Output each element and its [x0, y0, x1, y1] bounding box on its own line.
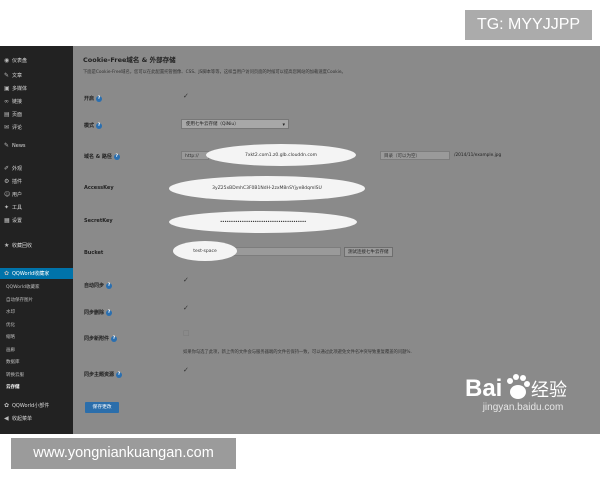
- jingyan-wordmark: 经验: [531, 380, 567, 401]
- plugin-icon: ⚙: [4, 178, 10, 185]
- bucket-input[interactable]: test-space: [173, 241, 237, 261]
- collapse-icon: ◀: [4, 415, 9, 422]
- sync-theme-checkbox[interactable]: ✓: [183, 366, 189, 374]
- baidu-wordmark: Bai: [465, 375, 502, 402]
- sidebar-item-8[interactable]: ⚙ 插件: [4, 176, 22, 187]
- sidebar-item-label: 设置: [12, 218, 23, 224]
- sidebar-collapse[interactable]: ◀ 收起菜单: [4, 413, 32, 424]
- sidebar-item-label: 仪表盘: [12, 58, 28, 64]
- sync-new-attach-label: 同步新附件?: [84, 335, 118, 342]
- comment-icon: ✉: [4, 124, 10, 131]
- sidebar-subitem-2[interactable]: 水印: [6, 309, 15, 315]
- wrench-icon: ✦: [4, 204, 10, 211]
- sidebar-item-label: 链接: [12, 99, 23, 105]
- pin-icon: ✎: [4, 72, 10, 79]
- sidebar-subitem-7[interactable]: 转换云服: [6, 372, 24, 378]
- help-icon[interactable]: ?: [96, 95, 103, 102]
- sidebar-item-1[interactable]: ✎ 文章: [4, 70, 22, 81]
- baidu-subtitle: jingyan.baidu.com: [482, 402, 564, 413]
- user-icon: ☺: [4, 191, 11, 198]
- qq-icon: ✿: [4, 270, 10, 277]
- sidebar-item-7[interactable]: ✐ 外观: [4, 163, 22, 174]
- sidebar-item-label: 收藏回收: [12, 243, 33, 249]
- path-example: /2014/11/example.jpg: [454, 153, 502, 158]
- url-watermark: www.yongniankuangan.com: [11, 438, 236, 469]
- auto-sync-label: 自动同步?: [84, 282, 113, 289]
- sidebar-item-3[interactable]: ∞ 链接: [4, 96, 22, 107]
- page-description: 下面是Cookie-Free域名，您可以在此配置托管图像、CSS、JS脚本等等，…: [83, 70, 346, 75]
- secretkey-label: SecretKey: [84, 218, 113, 224]
- bucket-label: Bucket: [84, 250, 104, 256]
- sidebar-item-label: 插件: [12, 179, 23, 185]
- sidebar-item-widget[interactable]: ✿ QQWorld小部件: [4, 400, 49, 411]
- help-icon[interactable]: ?: [106, 309, 113, 316]
- help-icon[interactable]: ?: [111, 335, 118, 342]
- sidebar-item-11[interactable]: ▦ 设置: [4, 215, 22, 226]
- sync-new-attach-checkbox[interactable]: □: [183, 329, 190, 337]
- baidu-logo: Bai 经验: [465, 374, 567, 402]
- paw-icon: [507, 374, 530, 399]
- secretkey-input[interactable]: ••••••••••••••••••••••••••••••••••••••••: [169, 211, 357, 233]
- help-icon[interactable]: ?: [96, 122, 103, 129]
- chevron-down-icon: ▾: [282, 122, 285, 128]
- help-icon[interactable]: ?: [113, 153, 120, 160]
- tag-watermark: TG: MYYJJPP: [465, 10, 592, 40]
- sidebar-subitem-4[interactable]: 缩略: [6, 334, 15, 340]
- accesskey-label: AccessKey: [84, 185, 114, 191]
- sidebar-item-label: 文章: [12, 73, 23, 79]
- path-input[interactable]: 目录（可以为空）: [380, 151, 450, 160]
- sidebar-item-label: 外观: [12, 166, 23, 172]
- sidebar-item-12[interactable]: ★ 收藏回收: [4, 240, 32, 251]
- sidebar-item-4[interactable]: ▤ 页面: [4, 109, 22, 120]
- sidebar-item-2[interactable]: ▣ 多媒体: [4, 83, 27, 94]
- sidebar-item-label: News: [12, 143, 26, 149]
- enable-checkbox[interactable]: ✓: [183, 92, 189, 100]
- domain-label: 域名 & 路径?: [84, 153, 120, 160]
- admin-sidebar: ◉ 仪表盘 ✎ 文章 ▣ 多媒体 ∞ 链接 ▤ 页面 ✉ 评论 ✎ News ✐ 外观 ⚙ 插件 ☺ 用户 ✦ 工具 ▦ 设置…: [0, 46, 73, 434]
- dashboard-icon: ◉: [4, 57, 10, 64]
- enable-label: 开启?: [84, 95, 103, 102]
- sidebar-subitem-3[interactable]: 优化: [6, 322, 15, 328]
- sidebar-item-label: 用户: [12, 192, 23, 198]
- sidebar-item-0[interactable]: ◉ 仪表盘: [4, 55, 27, 66]
- mode-select[interactable]: 使用七牛云存储（QiNiu） ▾: [181, 119, 289, 129]
- sidebar-subitem-6[interactable]: 数据库: [6, 359, 20, 365]
- auto-sync-checkbox[interactable]: ✓: [183, 276, 189, 284]
- settings-icon: ▦: [4, 217, 10, 224]
- sidebar-subitem-0[interactable]: QQWorld收藏家: [6, 284, 39, 290]
- star-icon: ★: [4, 242, 10, 249]
- sidebar-item-5[interactable]: ✉ 评论: [4, 122, 22, 133]
- sidebar-item-label: 多媒体: [12, 86, 28, 92]
- sidebar-item-qqworld[interactable]: ✿ QQWorld收藏家: [0, 268, 73, 279]
- mode-label: 模式?: [84, 122, 103, 129]
- sidebar-item-label: 工具: [12, 205, 23, 211]
- accesskey-input[interactable]: 3yZ25xBDmhC3F0B1NdH-2zxM8nSYjye8dqmISU: [169, 176, 365, 201]
- help-icon[interactable]: ?: [106, 282, 113, 289]
- domain-input[interactable]: 7xkt2.com1.z0.glb.clouddn.com: [206, 144, 356, 166]
- help-icon[interactable]: ?: [116, 371, 123, 378]
- sidebar-item-10[interactable]: ✦ 工具: [4, 202, 22, 213]
- pin-icon: ✎: [4, 142, 10, 149]
- sidebar-subitem-5[interactable]: 画廊: [6, 347, 15, 353]
- sync-note: 如果你勾选了此项，新上传的文件会与服务器端的文件名保持一致，可以通过此项避免文件…: [183, 350, 412, 355]
- sidebar-subitem-8[interactable]: 云存储: [6, 384, 20, 390]
- sidebar-subitem-1[interactable]: 自动保存图片: [6, 297, 33, 303]
- page-title: Cookie-Free域名 & 外部存储: [83, 56, 176, 64]
- widget-icon: ✿: [4, 402, 10, 409]
- sidebar-item-label: 页面: [12, 112, 23, 118]
- test-connection-button[interactable]: 测试连接七牛云存储: [344, 247, 393, 257]
- page-icon: ▤: [4, 111, 10, 118]
- protocol-select[interactable]: http://: [181, 151, 209, 160]
- sync-delete-label: 同步删除?: [84, 309, 113, 316]
- sidebar-item-9[interactable]: ☺ 用户: [4, 189, 22, 200]
- sidebar-item-6[interactable]: ✎ News: [4, 140, 26, 151]
- sync-theme-label: 同步主题资源?: [84, 371, 123, 378]
- brush-icon: ✐: [4, 165, 10, 172]
- save-button[interactable]: 保存更改: [85, 402, 119, 413]
- link-icon: ∞: [4, 98, 9, 105]
- sync-delete-checkbox[interactable]: ✓: [183, 304, 189, 312]
- media-icon: ▣: [4, 85, 10, 92]
- sidebar-item-label: 评论: [12, 125, 23, 131]
